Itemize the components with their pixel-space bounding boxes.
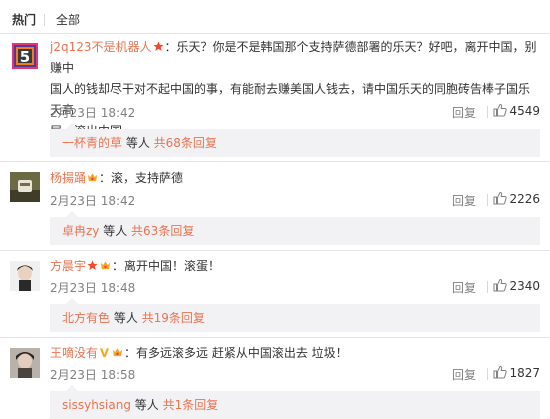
vip-badge-icon[interactable]	[87, 172, 98, 183]
like-count: 4549	[509, 104, 540, 118]
star-badge-icon[interactable]	[152, 41, 164, 52]
comment-text: 方晨宇 ：离开中国！滚蛋！	[50, 259, 221, 273]
avatar[interactable]: 5	[10, 41, 40, 71]
sub-replies[interactable]: 一杯青的草 等人 共68条回复	[50, 123, 540, 157]
comment-username[interactable]: 杨揚踊	[50, 171, 86, 185]
comment-time: 2月23日 18:42	[50, 106, 136, 120]
sub-replies[interactable]: 卓冉zy 等人 共63条回复	[50, 211, 540, 245]
comment-meta: 2月23日 18:42 回复 2226	[50, 191, 540, 209]
sub-reply-user[interactable]: sissyhsiang	[62, 398, 131, 412]
avatar[interactable]	[10, 172, 40, 202]
thumbs-up-icon[interactable]	[493, 365, 507, 379]
meta-divider	[487, 281, 488, 293]
sub-replies[interactable]: sissyhsiang 等人 共1条回复	[50, 385, 540, 419]
like-count: 2226	[509, 192, 540, 206]
comment-divider	[0, 161, 550, 162]
comment-divider	[0, 250, 550, 251]
tab-all[interactable]: 全部	[56, 13, 80, 27]
reply-button[interactable]: 回复	[452, 104, 476, 121]
comment-meta: 2月23日 18:48 回复 2340	[50, 278, 540, 296]
vip-badge-icon[interactable]	[112, 347, 123, 358]
meta-divider	[487, 368, 488, 380]
like-count: 2340	[509, 279, 540, 293]
comment-username[interactable]: j2q123不是机器人	[50, 40, 152, 54]
comment-meta: 2月23日 18:42 回复 4549	[50, 103, 540, 121]
sub-reply-count[interactable]: 共68条回复	[154, 136, 217, 150]
sub-reply-user[interactable]: 一杯青的草	[62, 136, 122, 150]
star-badge-icon[interactable]	[87, 260, 98, 271]
thumbs-up-icon[interactable]	[493, 278, 507, 292]
reply-button[interactable]: 回复	[452, 192, 476, 209]
sub-replies[interactable]: 北方有色 等人 共19条回复	[50, 298, 540, 332]
vip-badge-icon[interactable]	[100, 260, 111, 271]
thumbs-up-icon[interactable]	[493, 103, 507, 117]
avatar-number: 5	[20, 48, 30, 66]
thumbs-up-icon[interactable]	[493, 191, 507, 205]
comment-meta: 2月23日 18:58 回复 1827	[50, 365, 540, 383]
tab-hot[interactable]: 热门	[12, 13, 36, 27]
sub-reply-user[interactable]: 卓冉zy	[62, 224, 99, 238]
comment-time: 2月23日 18:42	[50, 194, 136, 208]
sub-reply-count[interactable]: 共1条回复	[163, 398, 219, 412]
comment-tabs: 热门 全部	[0, 0, 550, 34]
meta-divider	[487, 194, 488, 206]
comment-divider	[0, 337, 550, 338]
reply-button[interactable]: 回复	[452, 279, 476, 296]
comment-text: j2q123不是机器人 ：乐天？你是不是韩国那个支持萨德部署的乐天？好吧，离开中国…	[50, 40, 537, 138]
avatar[interactable]	[10, 261, 40, 291]
reply-button[interactable]: 回复	[452, 366, 476, 383]
sub-reply-count[interactable]: 共19条回复	[142, 311, 205, 325]
sub-reply-user[interactable]: 北方有色	[62, 311, 110, 325]
comment-username[interactable]: 方晨宇	[50, 259, 86, 273]
comment-text: 杨揚踊 ：滚，支持萨德	[50, 171, 184, 185]
comment-time: 2月23日 18:48	[50, 281, 136, 295]
comment-time: 2月23日 18:58	[50, 368, 136, 382]
sub-reply-count[interactable]: 共63条回复	[131, 224, 194, 238]
like-count: 1827	[509, 366, 540, 380]
meta-divider	[487, 106, 488, 118]
tab-divider	[44, 14, 45, 26]
comment-username[interactable]: 王嘀没有	[50, 346, 98, 360]
v-badge-icon[interactable]	[99, 347, 110, 358]
avatar[interactable]	[10, 348, 40, 378]
comment-text: 王嘀没有 ：有多远滚多远 赶紧从中国滚出去 垃圾！	[50, 346, 348, 360]
